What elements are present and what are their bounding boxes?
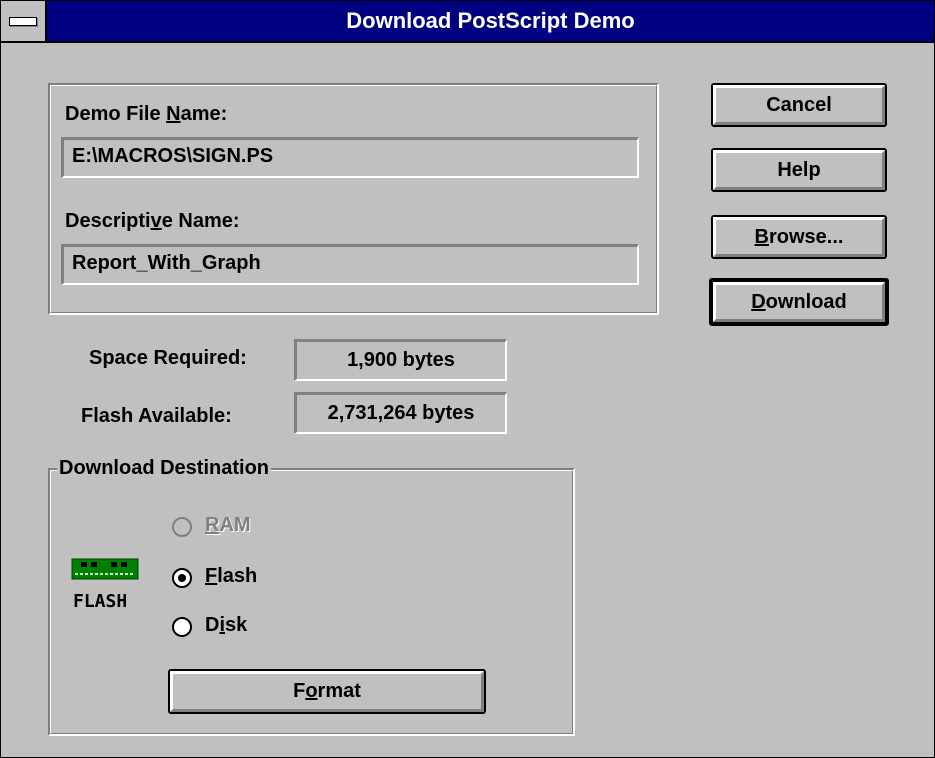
format-button[interactable]: Fo rmat	[168, 669, 486, 714]
help-button[interactable]: Help	[711, 148, 887, 192]
demo-file-name-field[interactable]: E:\MACROS\SIGN.PS	[61, 137, 639, 178]
download-destination-legend: Download Destination	[57, 457, 271, 480]
download-button[interactable]: Download	[709, 278, 889, 326]
ram-radio-label: RAM	[205, 514, 251, 536]
flash-chip-caption: FLASH	[73, 591, 128, 612]
dialog-window: Download PostScript Demo Demo File Name:…	[0, 0, 935, 758]
browse-button[interactable]: Browse...	[711, 215, 887, 259]
descriptive-name-field[interactable]: Report_With_Graph	[61, 244, 639, 285]
disk-radio-label: Disk	[205, 614, 248, 636]
flash-available-label: Flash Available:	[81, 405, 232, 427]
descriptive-name-label: Descriptive Name:	[65, 210, 240, 232]
space-required-label: Space Required:	[89, 347, 247, 369]
cancel-button[interactable]: Cancel	[711, 83, 887, 127]
flash-available-value: 2,731,264 bytes	[294, 392, 507, 434]
space-required-value: 1,900 bytes	[294, 339, 507, 381]
demo-file-name-label: Demo File Name:	[65, 103, 228, 125]
flash-chip-icon	[71, 558, 139, 580]
window-title: Download PostScript Demo	[346, 8, 635, 33]
system-menu-icon[interactable]	[1, 1, 47, 41]
flash-radio-label: Flash	[205, 565, 258, 587]
title-bar[interactable]: Download PostScript Demo	[1, 1, 934, 43]
disk-radio[interactable]	[172, 617, 192, 637]
flash-radio[interactable]	[172, 568, 192, 588]
ram-radio[interactable]	[172, 517, 192, 537]
